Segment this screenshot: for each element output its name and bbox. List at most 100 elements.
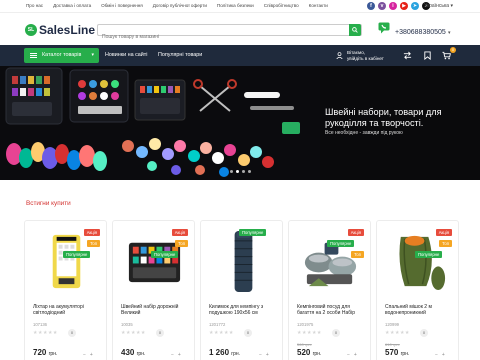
section-title: Встигни купити <box>26 200 71 207</box>
quantity-stepper[interactable]: − + <box>171 352 181 358</box>
product-price: 570 грн. <box>385 348 409 357</box>
rating-stars-icon: ★★★★★ <box>297 330 322 336</box>
nav-link-popular[interactable]: Популярні товари <box>158 52 202 58</box>
viber-icon[interactable]: v <box>378 2 386 10</box>
search-icon <box>352 27 358 33</box>
old-price: 610 грн. <box>385 342 400 347</box>
phone-number[interactable]: +380688380505 <box>395 29 446 36</box>
badge-top: Топ <box>439 240 452 247</box>
slider-dot[interactable] <box>236 170 239 173</box>
search-input[interactable] <box>98 32 338 42</box>
catalog-label: Каталог товарів <box>42 52 82 58</box>
quantity-stepper[interactable]: − + <box>435 352 445 358</box>
badge-top: Топ <box>351 251 364 258</box>
product-price: 720 грн. <box>33 348 57 357</box>
product-name[interactable]: Килимок для кемпінгу з подушкою 190х56 с… <box>209 304 279 317</box>
plus-icon[interactable]: + <box>442 352 445 358</box>
nav-bar: Каталог товарів ▾ Новинки на сайті Попул… <box>0 45 480 66</box>
product-name[interactable]: Ліхтар на акумуляторі світлодіодний <box>33 304 103 317</box>
currency: грн. <box>231 351 241 357</box>
bookmark-icon[interactable] <box>423 51 432 60</box>
user-icon <box>336 52 343 59</box>
rating-stars-icon: ★★★★★ <box>121 330 146 336</box>
minus-icon[interactable]: − <box>83 352 86 358</box>
youtube-icon[interactable]: ▶ <box>400 2 408 10</box>
instagram-icon[interactable]: i <box>389 2 397 10</box>
product-card[interactable]: Акція Топ Популярне Швейний набір дорожній … <box>112 220 195 360</box>
badge-top: Топ <box>175 240 188 247</box>
logo-mark: SL <box>25 24 37 36</box>
telegram-icon[interactable]: ➤ <box>411 2 419 10</box>
product-name[interactable]: Спальний мішок 2 м водонепроникний <box>385 304 455 317</box>
login-link[interactable]: Вітаємо, увійдіть в кабінет <box>336 50 384 61</box>
minus-icon[interactable]: − <box>171 352 174 358</box>
quantity-stepper[interactable]: − + <box>83 352 93 358</box>
header: SL SalesLine +380688380505 ▾ <box>0 13 480 45</box>
compare-icon[interactable] <box>403 51 412 60</box>
product-price: 520 грн. <box>297 348 321 357</box>
product-code: 107136 <box>33 322 47 327</box>
catalog-button[interactable]: Каталог товарів ▾ <box>24 48 99 63</box>
top-links: Про нас Доставка і оплата Обмін і поверн… <box>26 3 328 8</box>
nav-link-new[interactable]: Новинки на сайті <box>105 52 147 58</box>
logo[interactable]: SL SalesLine <box>25 23 95 37</box>
badge-sale: Акція <box>347 229 364 236</box>
top-info-bar: Про нас Доставка і оплата Обмін і поверн… <box>0 0 480 13</box>
slider-dot[interactable] <box>248 170 251 173</box>
link-exchange[interactable]: Обмін і повернення <box>101 3 143 8</box>
link-delivery[interactable]: Доставка і оплата <box>53 3 91 8</box>
price-value: 1 260 <box>209 348 230 357</box>
badge-top: Топ <box>87 240 100 247</box>
logo-text: SalesLine <box>39 23 96 37</box>
slider-dot[interactable] <box>242 170 245 173</box>
facebook-icon[interactable]: f <box>367 2 375 10</box>
plus-icon[interactable]: + <box>178 352 181 358</box>
product-image[interactable] <box>35 229 98 294</box>
minus-icon[interactable]: − <box>347 352 350 358</box>
slider-dot[interactable] <box>230 170 233 173</box>
hero-banner[interactable]: Швейні набори, товари для рукоділля та т… <box>0 66 480 180</box>
quantity-stepper[interactable]: − + <box>259 352 269 358</box>
review-count: 0 <box>420 329 428 337</box>
plus-icon[interactable]: + <box>354 352 357 358</box>
search-button[interactable] <box>349 24 361 36</box>
review-count: 0 <box>68 329 76 337</box>
product-image[interactable] <box>123 229 186 294</box>
rating-stars-icon: ★★★★★ <box>209 330 234 336</box>
product-image[interactable] <box>211 229 274 294</box>
plus-icon[interactable]: + <box>266 352 269 358</box>
link-privacy[interactable]: Політика безпеки <box>217 3 254 8</box>
plus-icon[interactable]: + <box>90 352 93 358</box>
hero-image <box>0 66 320 180</box>
product-card[interactable]: Акція Топ Популярне Спальний мішок 2 м водо… <box>376 220 459 360</box>
review-count: 0 <box>156 329 164 337</box>
quantity-stepper[interactable]: − + <box>347 352 357 358</box>
link-cooperation[interactable]: Співробітництво <box>264 3 299 8</box>
minus-icon[interactable]: − <box>435 352 438 358</box>
product-image[interactable] <box>387 229 450 294</box>
cart-count-badge: 0 <box>450 47 456 53</box>
product-card[interactable]: Акція Популярне Топ Кемпінговий посуд для б… <box>288 220 371 360</box>
product-code: 1201772 <box>209 322 226 327</box>
product-name[interactable]: Швейний набір дорожній Великий <box>121 304 191 317</box>
language-label: Українська <box>424 3 450 9</box>
product-price: 430 грн. <box>121 348 145 357</box>
chevron-down-icon[interactable]: ▾ <box>448 30 451 36</box>
cart-icon[interactable] <box>442 51 451 60</box>
review-count: 0 <box>244 329 252 337</box>
product-card[interactable]: Популярне Килимок для кемпінгу з подушкою… <box>200 220 283 360</box>
product-image[interactable] <box>299 229 362 294</box>
phone-chat-icon[interactable] <box>378 22 392 34</box>
old-price: 560 грн. <box>297 342 312 347</box>
minus-icon[interactable]: − <box>259 352 262 358</box>
badge-sale: Акція <box>435 229 452 236</box>
product-name[interactable]: Кемпінговий посуд для багаття на 2 особи… <box>297 304 367 317</box>
link-offer[interactable]: Договір публічної оферти <box>153 3 207 8</box>
social-links: f v i ▶ ➤ ♪ <box>367 2 430 10</box>
link-about[interactable]: Про нас <box>26 3 43 8</box>
language-selector[interactable]: Українська ▾ <box>424 3 453 9</box>
product-card[interactable]: Акція Топ Популярне Ліхтар на акумуляторі с… <box>24 220 107 360</box>
login-text: Вітаємо, увійдіть в кабінет <box>347 50 384 61</box>
link-contacts[interactable]: Контакти <box>309 3 328 8</box>
product-code: 1201975 <box>297 322 314 327</box>
